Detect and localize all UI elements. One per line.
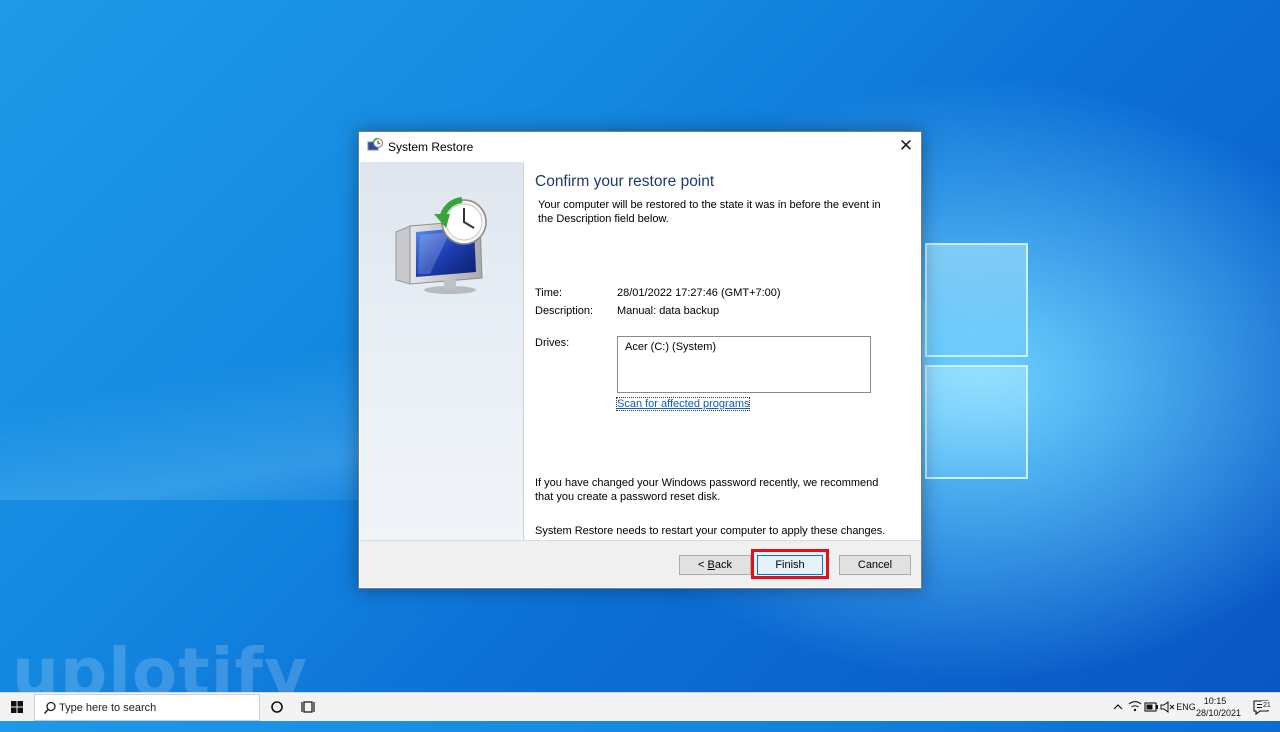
task-view-button[interactable] — [295, 693, 323, 721]
input-language[interactable]: ENG — [1176, 693, 1196, 721]
search-placeholder: Type here to search — [59, 702, 157, 714]
volume-muted-icon — [1160, 701, 1175, 713]
finish-highlight-box — [751, 549, 829, 579]
chevron-up-icon — [1113, 704, 1123, 710]
close-icon: ✕ — [898, 136, 914, 155]
clock-time: 10:15 — [1203, 696, 1227, 706]
page-description: Your computer will be restored to the st… — [538, 199, 881, 225]
battery-icon — [1144, 702, 1158, 712]
action-center-button[interactable]: 21 — [1250, 693, 1272, 721]
battery-tray[interactable] — [1143, 693, 1159, 721]
description-value: Manual: data backup — [617, 305, 720, 317]
windows-logo — [925, 243, 1028, 479]
task-view-icon — [301, 701, 315, 713]
taskbar: Type here to search ENG 10:15 28/10/2021… — [0, 692, 1280, 721]
back-button[interactable]: < Back — [679, 555, 751, 575]
dialog-title: System Restore — [388, 140, 474, 154]
notification-count: 21 — [1262, 701, 1272, 710]
drives-label: Drives: — [535, 337, 570, 349]
wifi-icon — [1128, 701, 1142, 712]
clock-date: 28/10/2021 — [1196, 708, 1242, 718]
clock[interactable]: 10:15 28/10/2021 — [1196, 695, 1242, 719]
taskbar-search-box[interactable]: Type here to search — [34, 694, 260, 721]
page-heading: Confirm your restore point — [535, 173, 715, 190]
search-icon — [43, 701, 56, 715]
network-tray[interactable] — [1127, 693, 1143, 721]
button-bar: < Back Finish Cancel — [360, 540, 921, 587]
time-label: Time: — [535, 287, 563, 299]
system-restore-dialog: System Restore ✕ Confirm your restore po… — [358, 131, 922, 589]
scan-affected-programs-link[interactable]: Scan for affected programs — [615, 397, 751, 411]
system-restore-hero-icon — [395, 197, 487, 294]
cortana-button[interactable] — [263, 693, 291, 721]
volume-tray[interactable] — [1159, 693, 1175, 721]
title-bar[interactable]: System Restore ✕ — [359, 132, 921, 162]
drives-list[interactable]: Acer (C:) (System) — [617, 336, 871, 393]
description-label: Description: — [535, 305, 594, 317]
start-button[interactable] — [0, 693, 34, 721]
close-button[interactable]: ✕ — [891, 132, 921, 160]
system-restore-icon — [367, 138, 383, 151]
cortana-circle-icon — [271, 701, 283, 713]
drive-item[interactable]: Acer (C:) (System) — [625, 341, 716, 353]
windows-start-icon — [11, 701, 23, 713]
time-value: 28/01/2022 17:27:46 (GMT+7:00) — [617, 287, 781, 299]
show-hidden-icons[interactable] — [1110, 693, 1126, 721]
cancel-button[interactable]: Cancel — [839, 555, 911, 575]
wizard-side-panel — [360, 162, 524, 542]
password-note: If you have changed your Windows passwor… — [535, 477, 879, 503]
